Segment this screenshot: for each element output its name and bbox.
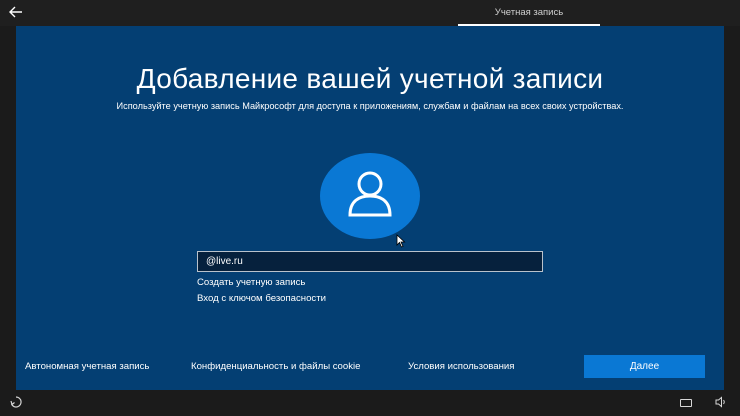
user-icon: [348, 171, 392, 217]
create-account-link[interactable]: Создать учетную запись: [197, 277, 305, 289]
terms-link[interactable]: Условия использования: [408, 361, 514, 373]
privacy-link[interactable]: Конфиденциальность и файлы cookie: [191, 361, 360, 373]
offline-account-link[interactable]: Автономная учетная запись: [25, 361, 149, 373]
main-panel: Добавление вашей учетной записи Использу…: [16, 26, 724, 390]
security-key-link[interactable]: Вход с ключом безопасности: [197, 293, 326, 305]
ease-of-access-icon[interactable]: [10, 396, 22, 412]
page-subtitle: Используйте учетную запись Майкрософт дл…: [116, 101, 624, 111]
tab-account[interactable]: Учетная запись: [458, 0, 600, 26]
next-button[interactable]: Далее: [584, 355, 705, 378]
keyboard-icon[interactable]: [680, 399, 692, 407]
avatar: [320, 153, 420, 239]
volume-icon[interactable]: [715, 396, 727, 412]
email-input[interactable]: [197, 251, 543, 272]
top-bar: Учетная запись: [0, 0, 740, 26]
arrow-left-icon[interactable]: [8, 4, 28, 22]
page-title: Добавление вашей учетной записи: [136, 63, 604, 94]
tab-account-label: Учетная запись: [494, 7, 564, 18]
taskbar: [0, 390, 740, 416]
